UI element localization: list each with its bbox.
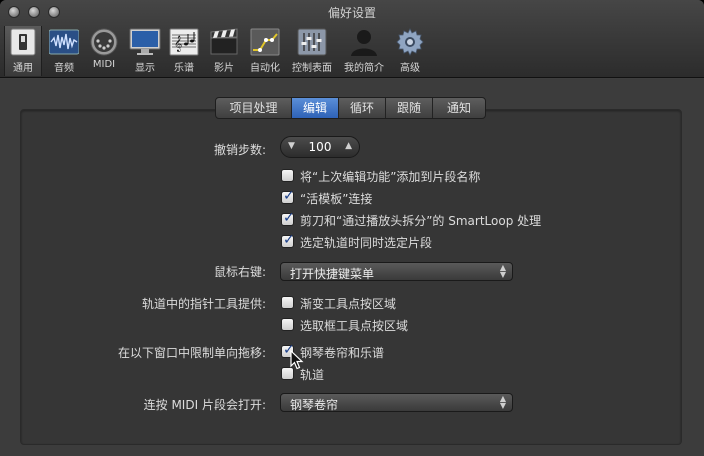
undo-steps-label: 撤销步数:: [213, 143, 266, 157]
toolbar-item-label: 显示: [135, 63, 155, 74]
increment-arrow-icon[interactable]: ▲: [345, 141, 352, 151]
toolbar-item-label: 高级: [400, 63, 420, 74]
option-label: 剪刀和“通过播放头拆分”的 SmartLoop 处理: [300, 214, 542, 228]
double-click-midi-popup[interactable]: 钢琴卷帘 ▲ ▼: [280, 393, 513, 412]
toolbar-item-audio[interactable]: 音频: [46, 26, 82, 76]
tab-bar: 项目处理 编辑 循环 跟随 通知: [215, 97, 486, 119]
undo-steps-stepper[interactable]: ▼ 100 ▲: [280, 136, 360, 158]
toolbar-item-label: 乐谱: [174, 63, 194, 74]
toolbar-item-general[interactable]: 通用: [4, 26, 42, 76]
option-label: 选取框工具点按区域: [300, 319, 409, 333]
film-clapper-icon: [209, 28, 239, 60]
toolbar-item-label: MIDI: [92, 59, 116, 70]
toolbar-item-score[interactable]: 𝄞 乐谱: [166, 26, 202, 76]
double-click-midi-label: 连按 MIDI 片段会打开:: [143, 398, 266, 412]
toolbar-item-label: 控制表面: [292, 63, 332, 74]
checkmark-icon: ✓: [283, 210, 295, 226]
user-silhouette-icon: [349, 28, 379, 60]
toolbar-item-label: 自动化: [250, 63, 280, 74]
checkbox-live-template[interactable]: ✓: [281, 188, 295, 204]
checkmark-icon: ✓: [283, 188, 295, 204]
tab-cycle[interactable]: 循环: [339, 98, 386, 118]
checkbox-fade-tool[interactable]: [281, 296, 294, 309]
toolbar-item-control-surfaces[interactable]: 控制表面: [288, 26, 336, 76]
option-label: 钢琴卷帘和乐谱: [300, 346, 385, 360]
checkmark-icon: ✓: [283, 232, 295, 248]
checkbox-select-regions[interactable]: ✓: [281, 232, 295, 248]
control-surface-icon: [297, 28, 327, 60]
midi-connector-icon: [90, 28, 118, 60]
toolbar-item-movie[interactable]: 影片: [206, 26, 242, 76]
gear-icon: [396, 28, 424, 60]
tab-notifications[interactable]: 通知: [433, 98, 485, 118]
right-mouse-label: 鼠标右键:: [213, 265, 266, 279]
tab-project-handling[interactable]: 项目处理: [216, 98, 292, 118]
window-title: 偏好设置: [327, 6, 376, 20]
popup-value: 打开快捷键菜单: [290, 267, 375, 281]
limit-drag-label: 在以下窗口中限制单向拖移:: [117, 346, 266, 360]
checkbox-smartloop[interactable]: ✓: [281, 210, 295, 226]
toolbar-item-my-info[interactable]: 我的简介: [340, 26, 388, 76]
checkbox-add-last-edit[interactable]: [281, 169, 294, 182]
option-label: 将“上次编辑功能”添加到片段名称: [300, 170, 481, 184]
toolbar-item-advanced[interactable]: 高级: [392, 26, 428, 76]
svg-text:𝄞: 𝄞: [174, 36, 182, 52]
toolbar-item-label: 影片: [214, 63, 234, 74]
music-score-icon: 𝄞: [169, 28, 199, 60]
toolbar-item-display[interactable]: 显示: [126, 26, 164, 76]
toolbar-item-automation[interactable]: 自动化: [244, 26, 286, 76]
pointer-tool-label: 轨道中的指针工具提供:: [141, 297, 266, 311]
monitor-icon: [129, 28, 161, 60]
waveform-icon: [48, 28, 80, 60]
option-label: 选定轨道时同时选定片段: [300, 236, 433, 250]
updown-arrows-icon: ▲ ▼: [499, 394, 506, 410]
preferences-window: 偏好设置 通用 音频 MIDI 显示 𝄞 乐谱 影片 自动化 控制表面 我的简介…: [0, 0, 704, 456]
toolbar-item-midi[interactable]: MIDI: [86, 26, 122, 76]
updown-arrows-icon: ▲ ▼: [499, 263, 506, 279]
switch-icon: [10, 28, 36, 60]
option-label: 渐变工具点按区域: [300, 297, 397, 311]
option-label: “活模板”连接: [300, 192, 373, 206]
toolbar-item-label: 通用: [13, 63, 33, 74]
decrement-arrow-icon[interactable]: ▼: [288, 141, 295, 151]
undo-steps-value: 100: [308, 140, 332, 154]
toolbar-item-label: 我的简介: [344, 63, 384, 74]
checkbox-marquee-tool[interactable]: [281, 318, 294, 331]
right-mouse-popup[interactable]: 打开快捷键菜单 ▲ ▼: [280, 262, 513, 281]
tab-catch[interactable]: 跟随: [386, 98, 433, 118]
tab-editing[interactable]: 编辑: [292, 98, 339, 118]
automation-icon: [250, 28, 280, 60]
toolbar-item-label: 音频: [54, 63, 74, 74]
titlebar: 偏好设置 通用 音频 MIDI 显示 𝄞 乐谱 影片 自动化 控制表面 我的简介…: [0, 0, 704, 78]
popup-value: 钢琴卷帘: [290, 398, 339, 412]
mouse-cursor-icon: [290, 349, 304, 374]
